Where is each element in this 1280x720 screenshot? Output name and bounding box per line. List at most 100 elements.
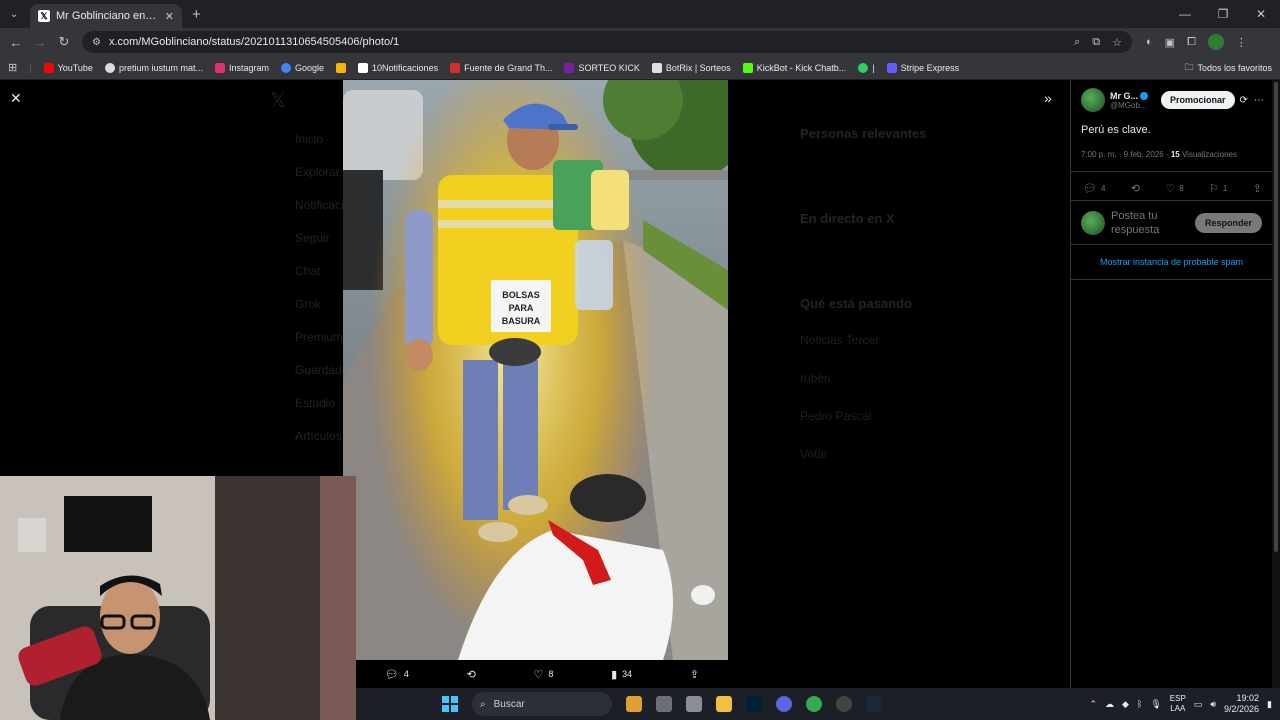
bookmark-item[interactable]: Instagram bbox=[214, 62, 269, 73]
bookmark-item[interactable]: BotRix | Sorteos bbox=[651, 62, 731, 73]
new-tab-button[interactable]: + bbox=[192, 6, 201, 23]
extension-icon[interactable]: ▣ bbox=[1165, 36, 1175, 49]
back-button[interactable]: ← bbox=[4, 35, 28, 50]
views-label: Visualizaciones bbox=[1181, 150, 1237, 159]
site-info-icon[interactable]: ⚙ bbox=[92, 37, 101, 48]
share-action[interactable]: ⇪ bbox=[690, 668, 699, 681]
repost-action[interactable]: ⟲ bbox=[467, 668, 476, 681]
repost-icon: ⟲ bbox=[466, 668, 476, 681]
apps-grid-icon[interactable]: ⊞ bbox=[8, 61, 17, 74]
system-tray: ⌃ ☁ ◆ ᛒ 🎙︎ ESP LAA ▭ 🔊︎ 19:02 9/2/2026 ▮ bbox=[1089, 688, 1272, 720]
close-window-button[interactable]: ✕ bbox=[1242, 0, 1280, 28]
network-icon[interactable]: ▭ bbox=[1194, 699, 1203, 710]
author-avatar[interactable] bbox=[1081, 88, 1105, 112]
photo-illustration: BOLSAS PARA BASURA bbox=[343, 80, 728, 660]
taskbar-search[interactable]: ⌕ Buscar bbox=[472, 692, 612, 716]
botrix-icon bbox=[651, 62, 662, 73]
bookmark-item[interactable]: Stripe Express bbox=[886, 62, 959, 73]
stripe-icon bbox=[886, 62, 897, 73]
close-tab-icon[interactable]: ✕ bbox=[165, 10, 174, 23]
reply-stat[interactable]: 💬︎ 4 bbox=[1083, 182, 1105, 195]
bookmark-item[interactable]: YouTube bbox=[43, 62, 93, 73]
bookmark-star-icon[interactable]: ☆ bbox=[1112, 36, 1122, 49]
tray-app-icon[interactable]: ☁ bbox=[1105, 699, 1114, 710]
tweet-detail-panel: Mr G... @MGob... Promocionar ⟳ ⋯ Perú es… bbox=[1070, 80, 1272, 688]
bg-nav-item: Notificaciones bbox=[295, 198, 370, 212]
language-indicator[interactable]: ESP LAA bbox=[1170, 694, 1186, 714]
bookmark-item[interactable]: pretium iustum mat... bbox=[104, 62, 203, 73]
views-action[interactable]: ▮ 34 bbox=[611, 668, 632, 681]
minimize-button[interactable]: — bbox=[1166, 0, 1204, 28]
collapse-panel-button[interactable]: » bbox=[1044, 90, 1052, 106]
like-action[interactable]: ♡ 8 bbox=[534, 668, 554, 681]
task-view-icon[interactable] bbox=[656, 696, 672, 712]
bookmark-item[interactable]: Google bbox=[281, 62, 324, 73]
chrome-icon[interactable] bbox=[806, 696, 822, 712]
tray-app-icon[interactable]: ◆ bbox=[1122, 699, 1129, 710]
widget-icon[interactable] bbox=[626, 696, 642, 712]
notifications-icon[interactable]: ▮ bbox=[1267, 699, 1272, 710]
photoshop-icon[interactable] bbox=[746, 696, 762, 712]
bookmark-item[interactable]: SORTEO KICK bbox=[564, 62, 640, 73]
chevron-up-icon[interactable]: ⌃ bbox=[1089, 699, 1097, 710]
background-sidebar: Personas relevantes En directo en X Qué … bbox=[800, 120, 1040, 461]
volume-icon[interactable]: 🔊︎ bbox=[1210, 699, 1216, 710]
microphone-icon[interactable]: 🎙︎ bbox=[1150, 699, 1161, 710]
app-icon[interactable] bbox=[686, 696, 702, 712]
reply-button[interactable]: Responder bbox=[1194, 212, 1262, 233]
extension-icon[interactable]: ◐ bbox=[1146, 36, 1153, 48]
extensions-puzzle-icon[interactable]: ⧠ bbox=[1187, 36, 1196, 49]
grok-icon[interactable]: ⟳ bbox=[1240, 95, 1248, 106]
obs-icon[interactable] bbox=[836, 696, 852, 712]
clock[interactable]: 19:02 9/2/2026 bbox=[1224, 693, 1259, 715]
bookmark-item[interactable] bbox=[336, 62, 347, 73]
more-options-icon[interactable]: ⋯ bbox=[1254, 95, 1264, 106]
toolbar: ← → ↻ ⚙ x.com/MGoblinciano/status/202101… bbox=[0, 28, 1280, 56]
bookmark-item[interactable]: KickBot - Kick Chatb... bbox=[742, 62, 846, 73]
windows-start-icon[interactable] bbox=[442, 696, 458, 712]
bg-section-header: Qué está pasando bbox=[800, 296, 912, 311]
promote-button[interactable]: Promocionar bbox=[1161, 91, 1235, 109]
bookmark-item[interactable]: | bbox=[858, 62, 875, 73]
share-stat[interactable]: ⇪ bbox=[1253, 182, 1262, 195]
bookmark-item[interactable]: Fuente de Grand Th... bbox=[450, 62, 552, 73]
tab-active[interactable]: 𝕏 Mr Goblinciano en X: "Perú es c ✕ bbox=[30, 4, 182, 28]
all-bookmarks-button[interactable]: 🗀 Todos los favoritos bbox=[1184, 56, 1272, 80]
star-icon bbox=[336, 62, 347, 73]
scrollbar-thumb[interactable] bbox=[1274, 82, 1278, 552]
file-explorer-icon[interactable] bbox=[716, 696, 732, 712]
bg-section-header: En directo en X bbox=[800, 211, 895, 226]
like-stat[interactable]: ♡ 8 bbox=[1165, 182, 1183, 195]
reply-input[interactable]: Postea tu respuesta bbox=[1111, 209, 1189, 237]
bookmarks-divider: | bbox=[29, 62, 32, 73]
menu-kebab-icon[interactable]: ⋮ bbox=[1236, 36, 1247, 49]
x-logo-icon: 𝕏 bbox=[270, 90, 287, 112]
restore-button[interactable]: ❐ bbox=[1204, 0, 1242, 28]
reload-button[interactable]: ↻ bbox=[52, 34, 76, 50]
bookmark-stat[interactable]: ⚐ 1 bbox=[1209, 182, 1227, 195]
author-handle[interactable]: @MGob... bbox=[1110, 101, 1156, 110]
tab-search-button[interactable]: ⌄ bbox=[4, 4, 24, 24]
show-spam-link[interactable]: Mostrar instancia de probable spam bbox=[1071, 245, 1272, 280]
address-bar[interactable]: ⚙ x.com/MGoblinciano/status/202101131065… bbox=[82, 31, 1132, 53]
zoom-icon[interactable]: ⌕ bbox=[1074, 36, 1080, 49]
taskbar-apps bbox=[626, 696, 882, 712]
background-nav: 𝕏 Inicio Explorar Notificaciones Seguir … bbox=[262, 80, 370, 443]
repost-stat[interactable]: ⟲ bbox=[1131, 182, 1140, 195]
install-app-icon[interactable]: ⧉ bbox=[1092, 36, 1100, 49]
profile-avatar[interactable] bbox=[1207, 34, 1224, 50]
bg-nav-item: Explorar bbox=[295, 165, 340, 179]
tweet-timestamp[interactable]: 7:00 p. m. · 9 feb. 2026 · bbox=[1081, 150, 1171, 159]
close-viewer-button[interactable]: ✕ bbox=[10, 90, 22, 107]
steam-icon[interactable] bbox=[866, 696, 882, 712]
page-scrollbar[interactable] bbox=[1272, 80, 1280, 688]
globe-icon bbox=[104, 62, 115, 73]
author-name-row[interactable]: Mr G... bbox=[1110, 91, 1156, 101]
discord-icon[interactable] bbox=[776, 696, 792, 712]
reply-action[interactable]: 💬︎ 4 bbox=[385, 668, 409, 681]
tweet-photo[interactable]: BOLSAS PARA BASURA bbox=[343, 80, 728, 660]
bluetooth-icon[interactable]: ᛒ bbox=[1137, 699, 1142, 709]
forward-button[interactable]: → bbox=[28, 35, 52, 50]
bookmark-item[interactable]: 10Notificaciones bbox=[358, 62, 438, 73]
bg-nav-item: Premium bbox=[295, 330, 344, 344]
